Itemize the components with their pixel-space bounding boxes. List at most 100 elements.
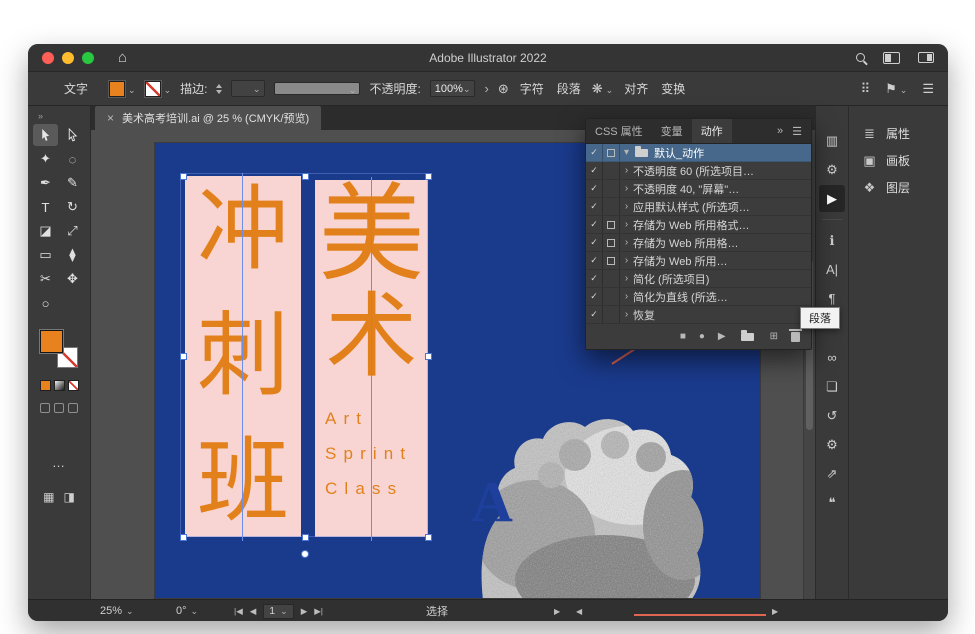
next-artboard-button[interactable] bbox=[301, 606, 308, 617]
flag-icon[interactable]: ⚑ bbox=[885, 82, 897, 95]
actions-panel-icon[interactable]: ▶ bbox=[819, 185, 845, 212]
flower-icon[interactable]: ❋ bbox=[592, 82, 603, 95]
expand-icon[interactable]: › bbox=[620, 165, 633, 176]
selection-handle[interactable] bbox=[302, 173, 309, 180]
selection-handle[interactable] bbox=[180, 534, 187, 541]
dialog-toggle[interactable] bbox=[603, 180, 620, 197]
stroke-weight-stepper[interactable] bbox=[216, 84, 222, 94]
dialog-toggle[interactable] bbox=[603, 144, 620, 161]
action-row[interactable]: ✓›存储为 Web 所用格式… bbox=[586, 216, 811, 234]
dialog-toggle[interactable] bbox=[603, 270, 620, 287]
check-icon[interactable]: ✓ bbox=[586, 270, 603, 287]
chevron-down-icon[interactable] bbox=[191, 605, 199, 617]
check-icon[interactable]: ✓ bbox=[586, 198, 603, 215]
dialog-toggle[interactable] bbox=[603, 234, 620, 251]
panel-overflow-icon[interactable]: » bbox=[777, 125, 783, 137]
check-icon[interactable]: ✓ bbox=[586, 288, 603, 305]
selection-handle[interactable] bbox=[425, 534, 432, 541]
fill-color-control[interactable] bbox=[109, 81, 136, 97]
dialog-toggle[interactable] bbox=[603, 216, 620, 233]
none-button[interactable] bbox=[68, 380, 79, 391]
graph-tools-icon[interactable]: ▥ bbox=[819, 127, 845, 154]
tab-close-icon[interactable]: × bbox=[107, 111, 114, 125]
panel-tab[interactable]: 变量 bbox=[652, 119, 692, 143]
panel-menu-icon[interactable]: ☰ bbox=[792, 125, 802, 138]
stroke-color-control[interactable] bbox=[145, 81, 172, 97]
action-row[interactable]: ✓›应用默认样式 (所选项… bbox=[586, 198, 811, 216]
paragraph-button[interactable]: 段落 bbox=[555, 80, 583, 97]
export-panel-icon[interactable]: ⇗ bbox=[819, 460, 845, 487]
smart-gear-icon[interactable]: ⚙ bbox=[819, 156, 845, 183]
expand-icon[interactable]: › bbox=[620, 183, 633, 194]
status-menu-arrow-icon[interactable] bbox=[554, 600, 560, 621]
gradient-button[interactable] bbox=[54, 380, 65, 391]
dialog-toggle[interactable] bbox=[603, 252, 620, 269]
eyedropper-tool[interactable]: ⧫ bbox=[60, 244, 85, 266]
screen-mode-icon[interactable] bbox=[918, 52, 934, 63]
draw-normal-icon[interactable] bbox=[40, 403, 50, 413]
settings-icon[interactable]: ⚙ bbox=[819, 431, 845, 458]
check-icon[interactable]: ✓ bbox=[586, 306, 603, 323]
scale-tool[interactable]: ⤢ bbox=[60, 220, 85, 242]
hamburger-menu-icon[interactable]: ☰ bbox=[922, 82, 934, 95]
fill-swatch[interactable] bbox=[109, 81, 125, 97]
artboards-panel-icon[interactable]: ❏ bbox=[819, 373, 845, 400]
scroll-right-icon[interactable] bbox=[772, 600, 778, 621]
chevron-down-icon[interactable] bbox=[349, 82, 357, 96]
minimize-button[interactable] bbox=[62, 52, 74, 64]
lasso-tool[interactable]: ◌ bbox=[60, 148, 85, 170]
expand-icon[interactable]: › bbox=[620, 237, 633, 248]
chevron-down-icon[interactable] bbox=[463, 83, 471, 95]
character-panel-icon[interactable]: A| bbox=[819, 256, 845, 283]
artboard-number-field[interactable]: 1 bbox=[263, 604, 293, 619]
transform-button[interactable]: 变换 bbox=[659, 80, 687, 97]
rotate-tool[interactable]: ↻ bbox=[60, 196, 85, 218]
expand-icon[interactable]: › bbox=[620, 273, 633, 284]
path-endpoint-handle[interactable] bbox=[301, 550, 309, 558]
selection-handle[interactable] bbox=[425, 173, 432, 180]
new-set-icon[interactable] bbox=[741, 333, 754, 341]
dialog-toggle[interactable] bbox=[603, 306, 620, 323]
chevron-down-icon[interactable] bbox=[164, 82, 172, 96]
direct-selection-tool[interactable] bbox=[60, 124, 85, 146]
horizontal-scrollbar-thumb[interactable] bbox=[634, 614, 766, 616]
action-row[interactable]: ✓›简化 (所选项目) bbox=[586, 270, 811, 288]
links-panel-icon[interactable]: ∞ bbox=[819, 344, 845, 371]
selection-handle[interactable] bbox=[302, 534, 309, 541]
check-icon[interactable]: ✓ bbox=[586, 144, 603, 161]
expand-icon[interactable]: › bbox=[620, 309, 633, 320]
magic-wand-tool[interactable]: ✦ bbox=[33, 148, 58, 170]
scroll-left-icon[interactable] bbox=[576, 600, 582, 621]
zoom-tool[interactable]: ○ bbox=[33, 292, 58, 314]
panel-tab[interactable]: CSS 属性 bbox=[586, 119, 652, 143]
first-artboard-button[interactable] bbox=[234, 606, 243, 617]
previous-artboard-button[interactable] bbox=[250, 606, 257, 617]
new-action-icon[interactable]: ⊞ bbox=[770, 332, 778, 342]
fullscreen-button[interactable] bbox=[82, 52, 94, 64]
document-tab[interactable]: × 美术高考培训.ai @ 25 % (CMYK/预览) bbox=[95, 106, 321, 130]
chevron-down-icon[interactable] bbox=[606, 82, 614, 96]
collapse-icon[interactable]: ▾ bbox=[620, 147, 633, 158]
pencil-tool[interactable]: ✎ bbox=[60, 172, 85, 194]
document-info-icon[interactable]: ℹ bbox=[819, 227, 845, 254]
action-set-row[interactable]: ✓ ▾ 默认_动作 bbox=[586, 144, 811, 162]
fill-indicator-swatch[interactable] bbox=[40, 330, 63, 353]
sphere-icon[interactable]: ⊛ bbox=[498, 82, 509, 95]
selection-handle[interactable] bbox=[180, 353, 187, 360]
fill-stroke-control[interactable] bbox=[40, 330, 78, 368]
dialog-toggle[interactable] bbox=[603, 162, 620, 179]
dialog-toggle[interactable] bbox=[603, 198, 620, 215]
chevron-down-icon[interactable] bbox=[128, 82, 136, 96]
pen-tool[interactable]: ✒ bbox=[33, 172, 58, 194]
zoom-level-control[interactable]: 25% bbox=[100, 600, 134, 621]
chevron-down-icon[interactable] bbox=[253, 83, 261, 95]
grid-mode-icon[interactable]: ▦ bbox=[43, 490, 54, 504]
expand-icon[interactable]: › bbox=[620, 219, 633, 230]
check-icon[interactable]: ✓ bbox=[586, 216, 603, 233]
delete-icon[interactable] bbox=[791, 332, 800, 342]
arrange-documents-icon[interactable] bbox=[883, 52, 900, 64]
stroke-profile-field[interactable] bbox=[274, 82, 360, 95]
effects-control[interactable]: ❋ bbox=[592, 82, 613, 96]
scissors-tool[interactable]: ✂ bbox=[33, 268, 58, 290]
selection-tool[interactable] bbox=[33, 124, 58, 146]
